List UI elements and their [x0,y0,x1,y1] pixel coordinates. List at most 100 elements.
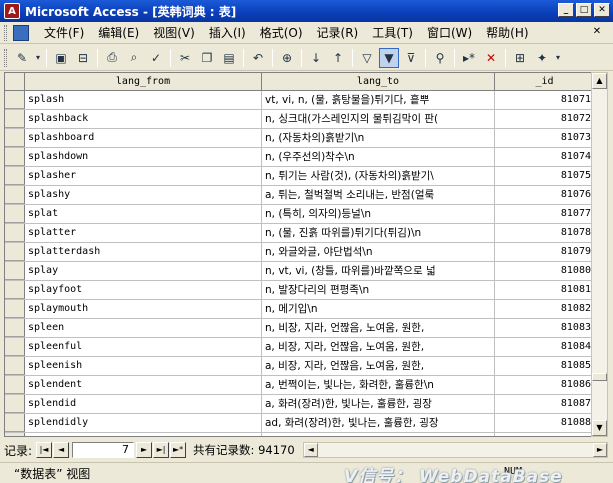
table-row[interactable]: spleenish a, 비장, 지라, 언짢음, 노여움, 원한, 81085 [5,357,593,376]
row-selector[interactable] [5,148,25,166]
copy-icon[interactable]: ❐ [197,48,217,68]
table-window-icon[interactable] [13,24,29,41]
scroll-left-button[interactable]: ◄ [303,443,318,457]
undo-icon[interactable]: ↶ [248,48,268,68]
cell-id[interactable]: 81072 [495,110,593,128]
cut-icon[interactable]: ✂ [175,48,195,68]
cell-id[interactable]: 81077 [495,205,593,223]
cell-lang-from[interactable]: splasher [25,167,262,185]
row-selector[interactable] [5,110,25,128]
delete-record-icon[interactable]: ✕ [481,48,501,68]
apply-filter-icon[interactable]: ⊽ [401,48,421,68]
menu-view[interactable]: 视图(V) [146,24,202,41]
row-selector[interactable] [5,205,25,223]
cell-id[interactable]: 81078 [495,224,593,242]
next-record-button[interactable]: ► [136,442,153,458]
current-record-input[interactable]: 7 [72,442,135,458]
column-header-id[interactable]: _id [495,73,593,90]
row-selector[interactable] [5,376,25,394]
row-selector[interactable] [5,281,25,299]
cell-lang-from[interactable]: splatter [25,224,262,242]
table-row[interactable]: splaymouth n, 메기입\n 81082 [5,300,593,319]
cell-lang-to[interactable]: ad, 화려(장려)한, 빛나는, 훌륭한, 굉장 [262,414,495,432]
file-search-icon[interactable]: ⊟ [73,48,93,68]
cell-lang-from[interactable]: splay [25,262,262,280]
table-row[interactable]: splay n, vt, vi, (창틀, 따위를)바깥쪽으로 넓 81080 [5,262,593,281]
new-object-icon[interactable]: ✦ [532,48,552,68]
menu-file[interactable]: 文件(F) [37,24,91,41]
menu-edit[interactable]: 编辑(E) [91,24,146,41]
scroll-up-button[interactable]: ▲ [592,73,607,89]
print-preview-icon[interactable]: ⌕ [124,48,144,68]
cell-lang-from[interactable]: splendent [25,376,262,394]
minimize-button[interactable]: _ [558,3,574,17]
database-window-icon[interactable]: ⊞ [510,48,530,68]
row-selector[interactable] [5,433,25,436]
table-row[interactable]: splashboard n, (자동차의)흙받기\n 81073 [5,129,593,148]
close-button[interactable]: ✕ [594,3,610,17]
table-row[interactable]: splendent a, 번쩍이는, 빛나는, 화려한, 훌륭한\n 81086 [5,376,593,395]
cell-lang-from[interactable]: spleenish [25,357,262,375]
filter-by-form-icon[interactable]: ▼ [379,47,399,68]
view-dropdown-icon[interactable]: ▾ [34,48,42,68]
insert-hyperlink-icon[interactable]: ⊕ [277,48,297,68]
scroll-down-button[interactable]: ▼ [592,420,607,436]
print-icon[interactable]: ⎙ [102,48,122,68]
sort-descending-icon[interactable]: ↑ [328,48,348,68]
scroll-right-button[interactable]: ► [593,443,607,457]
cell-id[interactable]: 81087 [495,395,593,413]
cell-lang-from[interactable]: spleenful [25,338,262,356]
menu-insert[interactable]: 插入(I) [202,24,253,41]
cell-lang-from[interactable]: splendid [25,395,262,413]
row-selector[interactable] [5,300,25,318]
spelling-icon[interactable]: ✓ [146,48,166,68]
menu-records[interactable]: 记录(R) [310,24,366,41]
scroll-thumb[interactable] [592,373,607,381]
row-selector[interactable] [5,243,25,261]
cell-lang-from[interactable]: splaymouth [25,300,262,318]
cell-id[interactable]: 81080 [495,262,593,280]
child-close-icon[interactable]: ✕ [591,26,603,38]
cell-lang-to[interactable]: n, (우주선의)착수\n [262,148,495,166]
row-selector[interactable] [5,167,25,185]
cell-id[interactable]: 81076 [495,186,593,204]
previous-record-button[interactable]: ◄ [53,442,70,458]
cell-id[interactable]: 81081 [495,281,593,299]
row-selector[interactable] [5,186,25,204]
access-app-icon[interactable]: A [4,3,20,19]
horizontal-scrollbar[interactable]: ◄ ► [302,442,608,458]
cell-lang-to[interactable]: n, 싱크대(가스레인지의 물튀김막이 판( [262,110,495,128]
cell-lang-to[interactable]: n, 튀기는 사람(것), (자동차의)흙받기\ [262,167,495,185]
table-row[interactable]: splashback n, 싱크대(가스레인지의 물튀김막이 판(81072 [5,110,593,129]
row-selector[interactable] [5,224,25,242]
first-record-button[interactable]: |◄ [36,442,53,458]
table-row[interactable]: splatter n, (물, 진흙 따위를)튀기다(튀김)\n 81078 [5,224,593,243]
cell-lang-to[interactable]: n, 와글와글, 야단법석\n [262,243,495,261]
cell-lang-from[interactable]: splashdown [25,148,262,166]
cell-id[interactable]: 81085 [495,357,593,375]
cell-lang-to[interactable]: n, 비장, 지라, 언짢음, 노여움, 원한, [262,319,495,337]
row-selector[interactable] [5,414,25,432]
row-selector[interactable] [5,357,25,375]
table-row[interactable]: splashy a, 튀는, 철벅철벅 소리내는, 반점(얼룩 81076 [5,186,593,205]
cell-lang-to[interactable]: n, (자동차의)흙받기\n [262,129,495,147]
row-selector[interactable] [5,395,25,413]
row-selector[interactable] [5,319,25,337]
save-icon[interactable]: ▣ [51,48,71,68]
find-icon[interactable]: ⚲ [430,48,450,68]
table-row[interactable]: splash vt, vi, n, (물, 흙탕물을)튀기다, 흩뿌 81071 [5,91,593,110]
cell-lang-from[interactable]: splashboard [25,129,262,147]
column-header-lang-from[interactable]: lang_from [25,73,262,90]
cell-lang-to[interactable]: n, 화려(장려)한, 빛나는, 훌륭한, 굉장 [262,433,495,436]
cell-id[interactable]: 81071 [495,91,593,109]
table-row[interactable]: splendid a, 화려(장려)한, 빛나는, 훌륭한, 굉장 81087 [5,395,593,414]
table-row[interactable]: spleenful a, 비장, 지라, 언짢음, 노여움, 원한, 81084 [5,338,593,357]
table-row[interactable]: splendidnessn, 화려(장려)한, 빛나는, 훌륭한, 굉장8108… [5,433,593,436]
table-row[interactable]: splatterdash n, 와글와글, 야단법석\n 81079 [5,243,593,262]
last-record-button[interactable]: ►| [153,442,170,458]
cell-lang-to[interactable]: a, 튀는, 철벅철벅 소리내는, 반점(얼룩 [262,186,495,204]
cell-lang-to[interactable]: n, vt, vi, (창틀, 따위를)바깥쪽으로 넓 [262,262,495,280]
cell-lang-to[interactable]: n, (특히, 의자의)등널\n [262,205,495,223]
table-row[interactable]: splasher n, 튀기는 사람(것), (자동차의)흙받기\ 81075 [5,167,593,186]
menu-format[interactable]: 格式(O) [253,24,310,41]
